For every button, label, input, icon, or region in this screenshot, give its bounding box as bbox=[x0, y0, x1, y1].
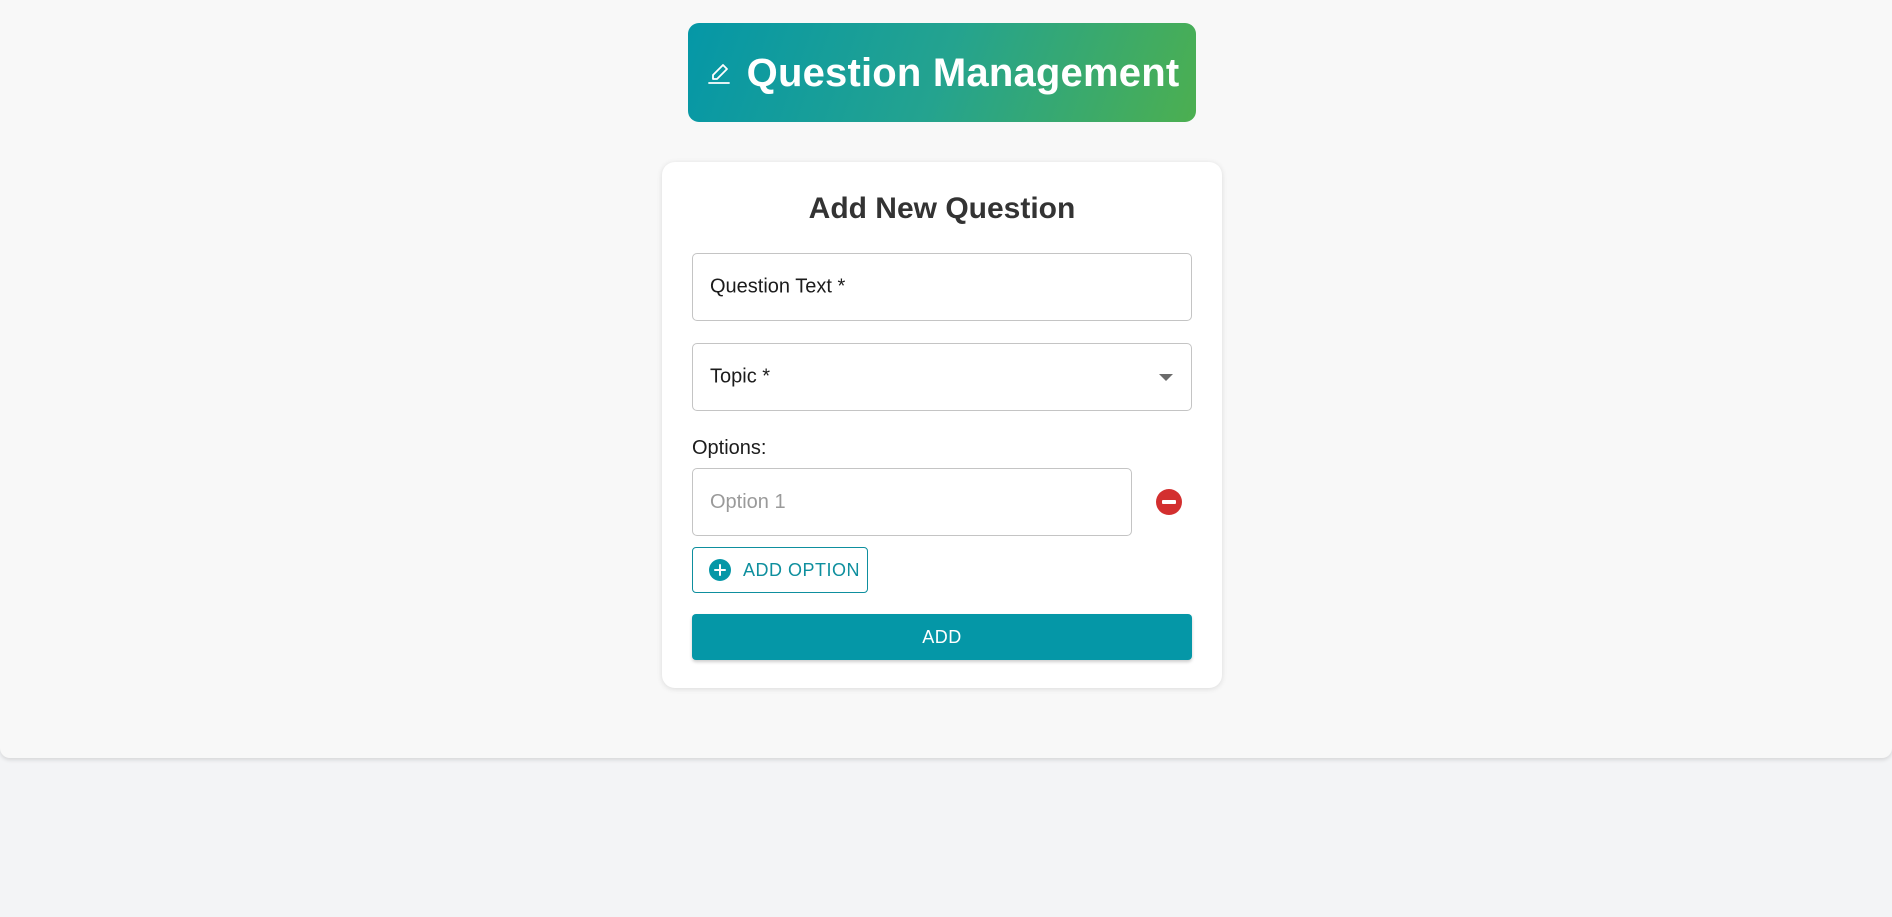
header-banner: Question Management bbox=[688, 23, 1196, 122]
add-question-button[interactable]: ADD bbox=[692, 614, 1192, 660]
add-circle-icon bbox=[709, 559, 731, 581]
remove-circle-icon bbox=[1156, 489, 1182, 515]
options-label: Options: bbox=[692, 437, 767, 459]
topic-select[interactable]: Topic * bbox=[692, 343, 1192, 411]
page-title: Question Management bbox=[746, 50, 1180, 95]
option-1-input[interactable] bbox=[692, 468, 1132, 536]
form-title: Add New Question bbox=[808, 192, 1076, 225]
add-option-button[interactable]: ADD OPTION bbox=[692, 547, 868, 593]
add-button-label: ADD bbox=[922, 626, 962, 647]
page-panel: Question Management Add New Question Que… bbox=[0, 0, 1892, 758]
chevron-down-icon bbox=[1159, 374, 1173, 381]
question-text-field[interactable]: Question Text * bbox=[692, 253, 1192, 321]
topic-label: Topic * bbox=[710, 365, 771, 388]
remove-option-button[interactable] bbox=[1154, 487, 1184, 517]
pencil-icon bbox=[707, 63, 730, 84]
add-option-label: ADD OPTION bbox=[743, 559, 861, 580]
question-text-label: Question Text * bbox=[710, 275, 846, 298]
add-question-card: Add New Question Question Text * Topic *… bbox=[662, 162, 1222, 688]
